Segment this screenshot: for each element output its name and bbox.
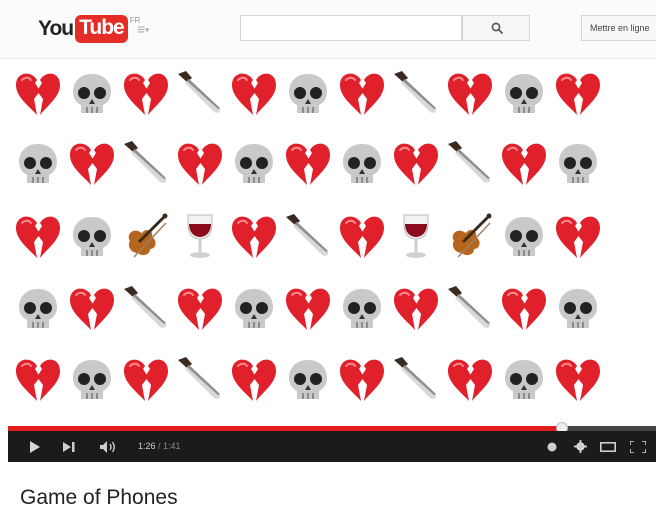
time-current: 1:26 <box>138 441 156 451</box>
wine-glass-emoji <box>388 209 444 265</box>
broken-heart-emoji <box>442 66 498 122</box>
skull-emoji <box>496 66 552 122</box>
theater-mode-icon <box>600 441 616 452</box>
broken-heart-emoji <box>172 281 228 337</box>
broken-heart-emoji <box>442 352 498 408</box>
video-title: Game of Phones <box>20 486 178 509</box>
skull-emoji <box>550 136 606 192</box>
skull-emoji <box>496 352 552 408</box>
broken-heart-emoji <box>10 209 66 265</box>
upload-button[interactable]: Mettre en ligne <box>581 15 656 41</box>
play-icon <box>29 440 40 453</box>
emoji-row <box>8 352 656 422</box>
next-icon <box>63 441 75 452</box>
skull-emoji <box>10 281 66 337</box>
broken-heart-emoji <box>550 66 606 122</box>
broken-heart-emoji <box>496 281 552 337</box>
emoji-row <box>8 136 656 206</box>
annotations-icon <box>547 442 557 451</box>
skull-emoji <box>64 66 120 122</box>
knife-emoji <box>172 66 228 122</box>
skull-emoji <box>550 281 606 337</box>
broken-heart-emoji <box>172 136 228 192</box>
violin-emoji <box>118 209 174 265</box>
knife-emoji <box>388 352 444 408</box>
fullscreen-button[interactable] <box>624 431 652 462</box>
search-icon <box>491 22 503 34</box>
skull-emoji <box>10 136 66 192</box>
menu-icon: ≡ <box>137 21 146 37</box>
knife-emoji <box>118 281 174 337</box>
logo-you: You <box>38 17 74 40</box>
broken-heart-emoji <box>64 281 120 337</box>
chevron-down-icon: ▾ <box>145 25 150 35</box>
logo-tube: Tube <box>75 15 128 43</box>
play-button[interactable] <box>22 431 46 462</box>
player-controls: 1:26 / 1:41 <box>8 431 656 462</box>
skull-emoji <box>280 66 336 122</box>
emoji-row <box>8 209 656 279</box>
guide-menu-button[interactable]: ≡▾ <box>137 22 163 36</box>
skull-emoji <box>226 281 282 337</box>
emoji-row <box>8 66 656 136</box>
search-input[interactable] <box>240 15 462 41</box>
skull-emoji <box>64 209 120 265</box>
broken-heart-emoji <box>388 281 444 337</box>
knife-emoji <box>388 66 444 122</box>
violin-emoji <box>442 209 498 265</box>
broken-heart-emoji <box>334 66 390 122</box>
broken-heart-emoji <box>118 352 174 408</box>
broken-heart-emoji <box>334 352 390 408</box>
masthead: You Tube FR ≡▾ Mettre en ligne <box>0 0 656 59</box>
volume-button[interactable] <box>96 431 122 462</box>
broken-heart-emoji <box>226 209 282 265</box>
skull-emoji <box>64 352 120 408</box>
knife-emoji <box>442 281 498 337</box>
skull-emoji <box>280 352 336 408</box>
broken-heart-emoji <box>10 66 66 122</box>
broken-heart-emoji <box>334 209 390 265</box>
emoji-row <box>8 281 656 351</box>
skull-emoji <box>226 136 282 192</box>
annotations-button[interactable] <box>543 431 561 462</box>
broken-heart-emoji <box>280 136 336 192</box>
settings-button[interactable] <box>569 431 591 462</box>
skull-emoji <box>496 209 552 265</box>
knife-emoji <box>280 209 336 265</box>
broken-heart-emoji <box>226 66 282 122</box>
gear-icon <box>573 440 587 453</box>
search-button[interactable] <box>462 15 530 41</box>
knife-emoji <box>172 352 228 408</box>
knife-emoji <box>442 136 498 192</box>
broken-heart-emoji <box>388 136 444 192</box>
broken-heart-emoji <box>64 136 120 192</box>
fullscreen-icon <box>630 440 646 453</box>
broken-heart-emoji <box>550 209 606 265</box>
skull-emoji <box>334 136 390 192</box>
broken-heart-emoji <box>118 66 174 122</box>
skull-emoji <box>334 281 390 337</box>
time-display: 1:26 / 1:41 <box>138 431 181 462</box>
video-player[interactable] <box>8 66 656 424</box>
volume-icon <box>100 440 115 453</box>
broken-heart-emoji <box>550 352 606 408</box>
broken-heart-emoji <box>226 352 282 408</box>
time-total: / 1:41 <box>155 441 181 451</box>
broken-heart-emoji <box>496 136 552 192</box>
video-frame-emoji-grid <box>8 66 656 424</box>
knife-emoji <box>118 136 174 192</box>
wine-glass-emoji <box>172 209 228 265</box>
broken-heart-emoji <box>10 352 66 408</box>
theater-mode-button[interactable] <box>596 431 620 462</box>
next-button[interactable] <box>58 431 82 462</box>
broken-heart-emoji <box>280 281 336 337</box>
youtube-logo[interactable]: You Tube FR <box>38 14 140 44</box>
